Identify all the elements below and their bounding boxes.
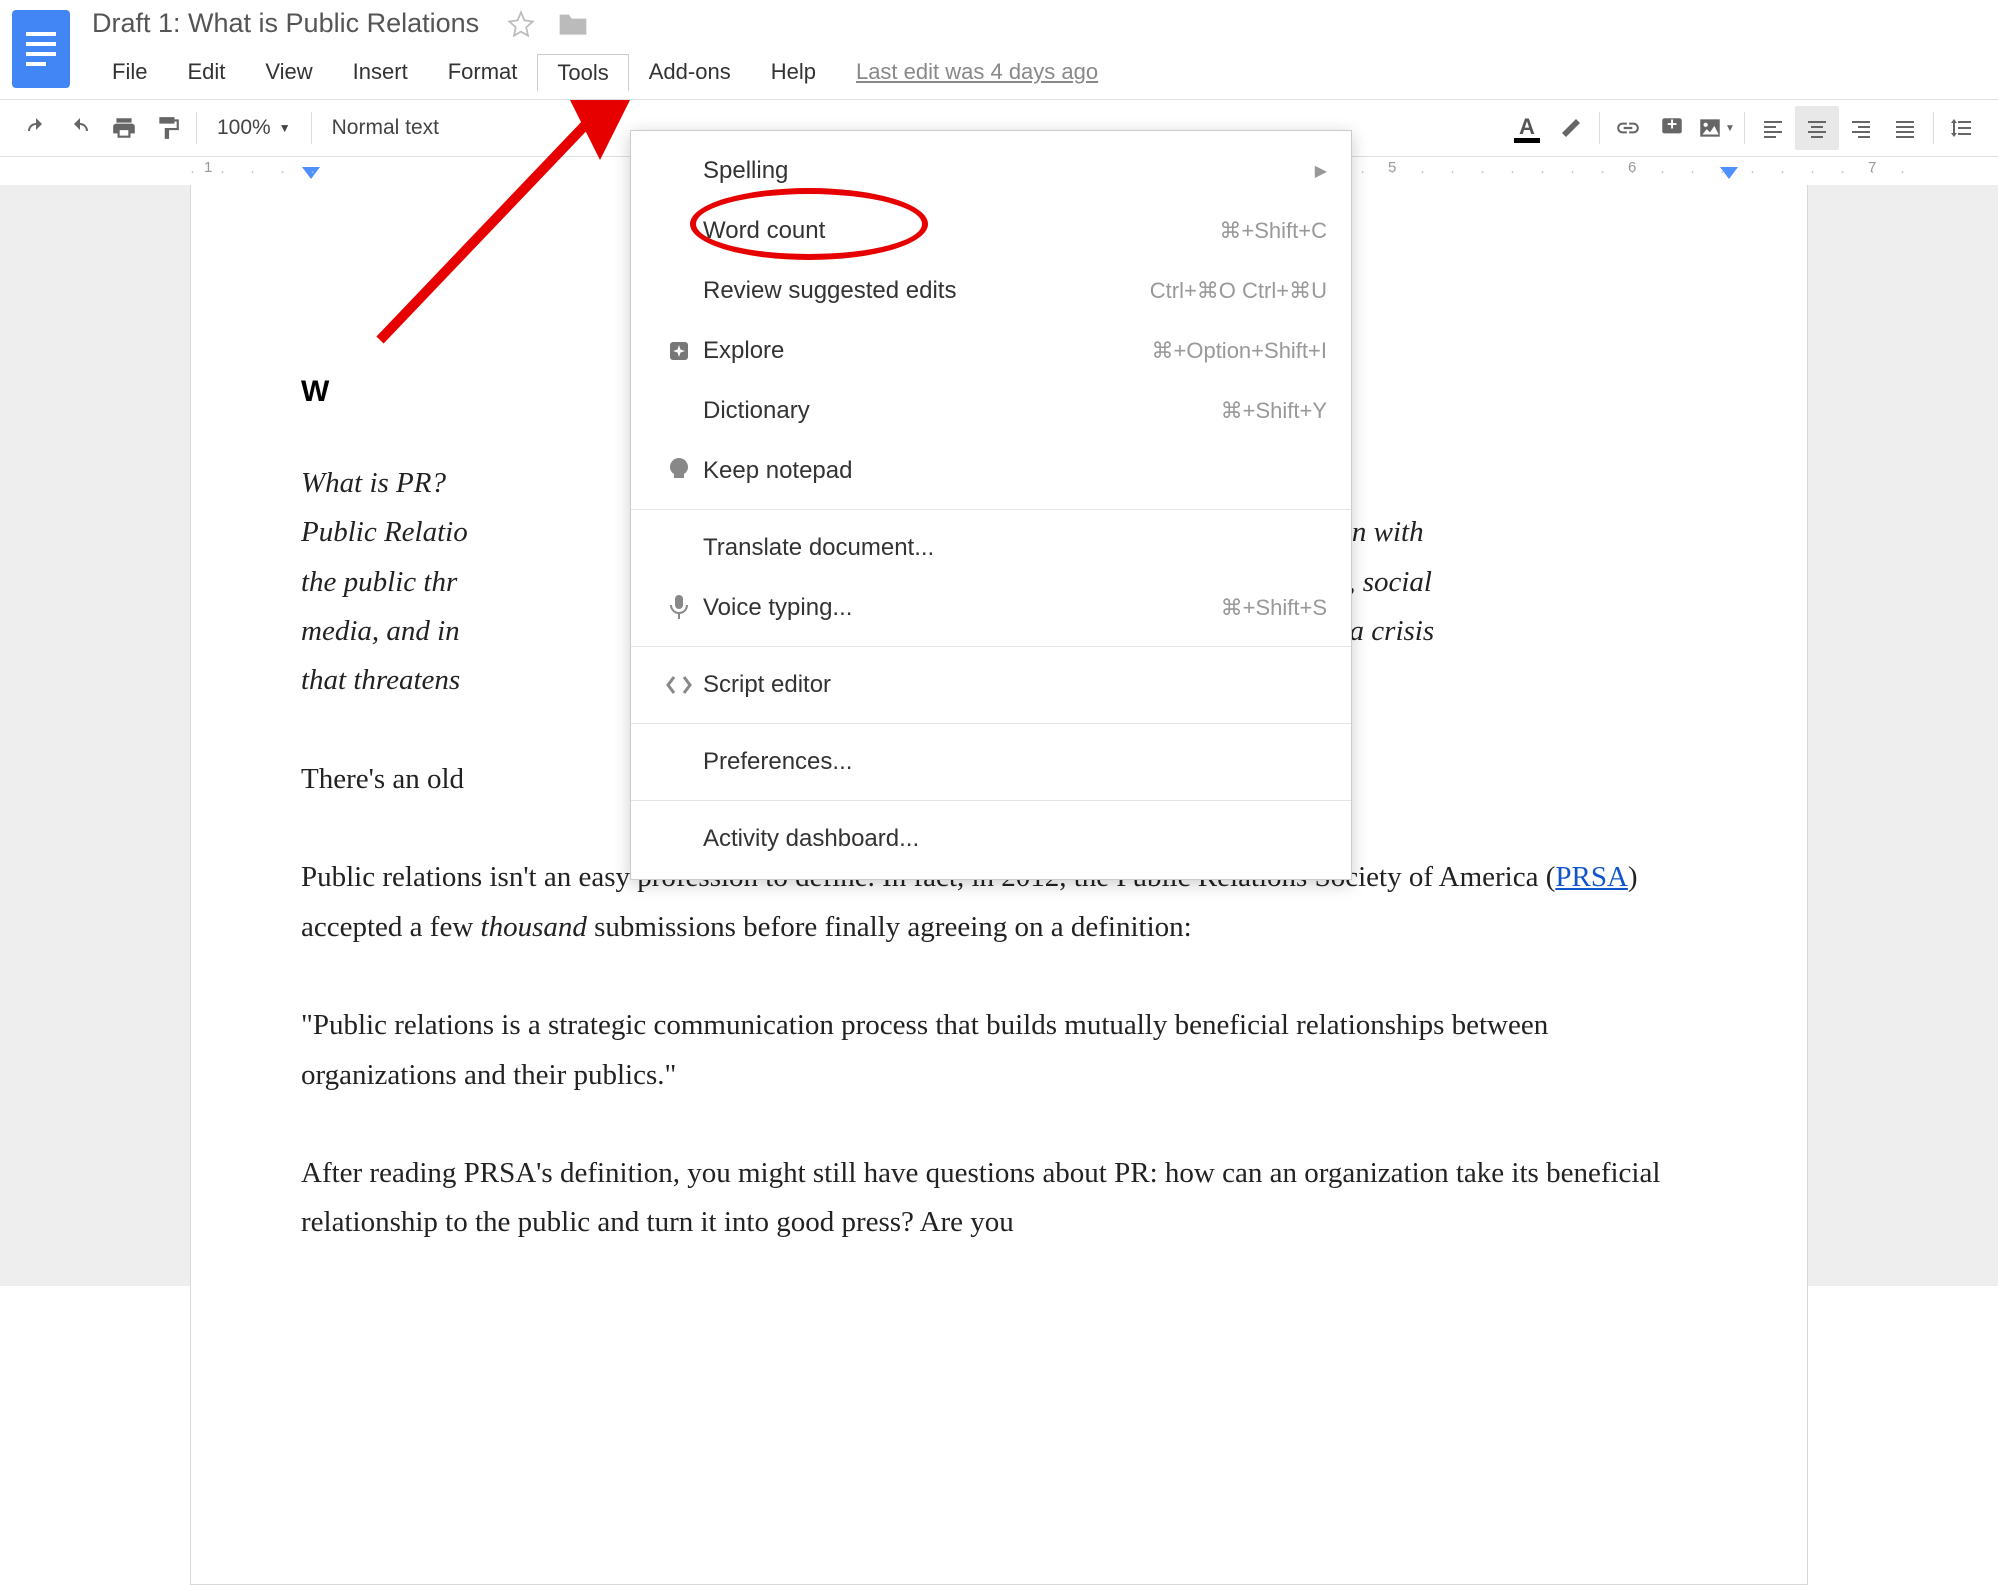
align-left-button[interactable] (1751, 106, 1795, 150)
last-edit-link[interactable]: Last edit was 4 days ago (856, 59, 1098, 85)
print-button[interactable] (102, 106, 146, 150)
align-right-button[interactable] (1839, 106, 1883, 150)
menu-item-explore[interactable]: Explore ⌘+Option+Shift+I (631, 321, 1351, 381)
menu-item-script-editor[interactable]: Script editor (631, 655, 1351, 715)
redo-button[interactable] (58, 106, 102, 150)
docs-app-icon[interactable] (12, 10, 70, 88)
menu-help[interactable]: Help (751, 53, 836, 91)
submenu-arrow-icon: ▶ (1315, 161, 1327, 181)
highlight-button[interactable] (1549, 106, 1593, 150)
paragraph-style-select[interactable]: Normal text (318, 116, 453, 140)
mic-icon (655, 595, 703, 621)
paragraph: "Public relations is a strategic communi… (301, 1001, 1677, 1100)
menu-edit[interactable]: Edit (167, 53, 245, 91)
explore-icon (655, 339, 703, 363)
align-justify-button[interactable] (1883, 106, 1927, 150)
document-title[interactable]: Draft 1: What is Public Relations (92, 8, 479, 39)
zoom-select[interactable]: 100%▼ (203, 116, 305, 140)
menubar: File Edit View Insert Format Tools Add-o… (92, 53, 1998, 91)
menu-item-activity-dashboard[interactable]: Activity dashboard... (631, 809, 1351, 869)
align-center-button[interactable] (1795, 106, 1839, 150)
ruler-number: 1 (204, 159, 212, 176)
text-color-button[interactable]: A (1505, 106, 1549, 150)
paint-format-button[interactable] (146, 106, 190, 150)
menu-item-voice-typing[interactable]: Voice typing... ⌘+Shift+S (631, 578, 1351, 638)
menu-item-spelling[interactable]: Spelling ▶ (631, 141, 1351, 201)
menu-format[interactable]: Format (428, 53, 538, 91)
menu-file[interactable]: File (92, 53, 167, 91)
menu-addons[interactable]: Add-ons (629, 53, 751, 91)
menu-tools[interactable]: Tools (537, 54, 628, 91)
keep-icon (655, 458, 703, 484)
insert-image-button[interactable]: ▼ (1694, 106, 1738, 150)
undo-button[interactable] (14, 106, 58, 150)
line-spacing-button[interactable] (1940, 106, 1984, 150)
menu-item-word-count[interactable]: Word count ⌘+Shift+C (631, 201, 1351, 261)
menu-item-dictionary[interactable]: Dictionary ⌘+Shift+Y (631, 381, 1351, 441)
menu-item-preferences[interactable]: Preferences... (631, 732, 1351, 792)
prsa-link[interactable]: PRSA (1555, 861, 1628, 893)
insert-link-button[interactable] (1606, 106, 1650, 150)
folder-icon[interactable] (557, 10, 589, 38)
svg-text:+: + (1667, 115, 1677, 134)
menu-insert[interactable]: Insert (333, 53, 428, 91)
insert-comment-button[interactable]: + (1650, 106, 1694, 150)
menu-item-translate[interactable]: Translate document... (631, 518, 1351, 578)
menu-view[interactable]: View (245, 53, 332, 91)
menu-item-review-edits[interactable]: Review suggested edits Ctrl+⌘O Ctrl+⌘U (631, 261, 1351, 321)
menu-item-keep-notepad[interactable]: Keep notepad (631, 441, 1351, 501)
tools-dropdown: Spelling ▶ Word count ⌘+Shift+C Review s… (630, 130, 1352, 880)
paragraph: After reading PRSA's definition, you mig… (301, 1149, 1677, 1248)
star-icon[interactable] (507, 10, 535, 38)
code-icon (655, 675, 703, 695)
